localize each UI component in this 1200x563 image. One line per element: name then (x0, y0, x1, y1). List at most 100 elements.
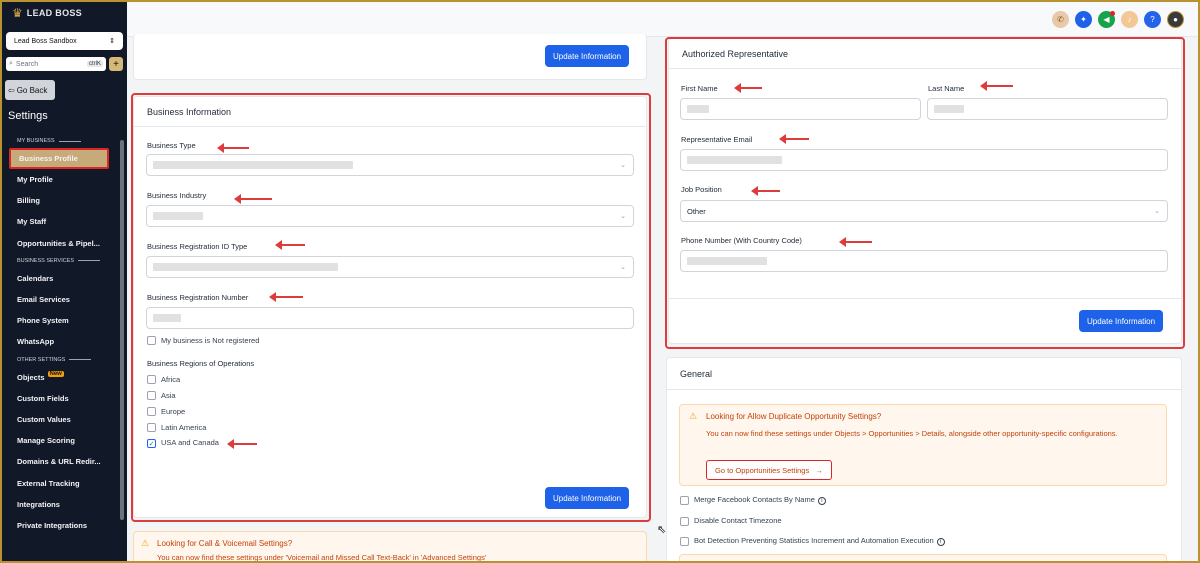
avatar[interactable]: ● (1167, 11, 1184, 28)
annotation-arrow (234, 194, 272, 204)
sidebar-item-billing[interactable]: Billing (2, 190, 127, 211)
registration-id-type-select[interactable]: ⌄ (146, 256, 634, 278)
region-usa-canada-label: USA and Canada (161, 438, 219, 447)
arrow-left-icon: ⇦ (8, 85, 15, 95)
business-type-label: Business Type (147, 141, 196, 150)
sidebar-item-private-integrations[interactable]: Private Integrations (2, 515, 127, 536)
rep-email-label: Representative Email (681, 135, 753, 144)
business-type-select[interactable]: ⌄ (146, 154, 634, 176)
sidebar-item-my-profile[interactable]: My Profile (2, 169, 127, 190)
business-info-update-button[interactable]: Update Information (545, 487, 630, 509)
settings-title: Settings (8, 110, 48, 122)
first-name-input[interactable] (680, 98, 921, 120)
authorized-rep-update-button[interactable]: Update Information (1079, 310, 1164, 332)
top-update-button[interactable]: Update Information (545, 45, 630, 67)
not-registered-label: My business is Not registered (161, 336, 260, 345)
magic-icon[interactable]: ✦ (1075, 11, 1092, 28)
phone-input[interactable] (680, 250, 1168, 272)
business-industry-label: Business Industry (147, 191, 207, 200)
warning-icon: ⚠ (689, 411, 698, 421)
general-card: General ⚠ Looking for Allow Duplicate Op… (666, 357, 1182, 563)
redacted-value (153, 263, 338, 271)
annotation-arrow (217, 143, 249, 153)
merge-facebook-label: Merge Facebook Contacts By Name i (694, 495, 826, 505)
region-latin-america-label: Latin America (161, 423, 207, 432)
sidebar-item-email-services[interactable]: Email Services (2, 289, 127, 310)
annotation-arrow (275, 240, 305, 250)
quick-add-button[interactable]: + (109, 57, 123, 71)
brand-logo[interactable]: ♛ LEAD BOSS (2, 2, 127, 24)
redacted-value (153, 314, 181, 322)
registration-id-type-label: Business Registration ID Type (147, 242, 248, 251)
search-shortcut: ctrlK (87, 61, 103, 67)
last-name-label: Last Name (928, 84, 965, 93)
sidebar-scrollbar[interactable] (120, 140, 124, 520)
sidebar-item-calendars[interactable]: Calendars (2, 268, 127, 289)
call-voicemail-warning: ⚠ Looking for Call & Voicemail Settings?… (133, 531, 647, 563)
annotation-arrow (227, 439, 257, 449)
sidebar-item-whatsapp[interactable]: WhatsApp (2, 331, 127, 352)
merge-facebook-checkbox[interactable] (680, 496, 689, 505)
duplicate-opportunity-warning: ⚠ Looking for Allow Duplicate Opportunit… (679, 404, 1167, 486)
help-icon[interactable]: ? (1144, 11, 1161, 28)
bell-icon[interactable]: ♪ (1121, 11, 1138, 28)
first-name-label: First Name (681, 84, 718, 93)
bot-detection-checkbox[interactable] (680, 537, 689, 546)
chevron-down-icon: ⌄ (1154, 208, 1160, 215)
sidebar-search[interactable]: ⌕ Search ctrlK (6, 57, 106, 71)
region-africa-label: Africa (161, 375, 181, 384)
business-info-title: Business Information (134, 97, 646, 127)
info-icon[interactable]: i (817, 497, 826, 505)
registration-number-input[interactable] (146, 307, 634, 329)
job-position-select[interactable]: Other ⌄ (680, 200, 1168, 222)
sidebar-item-integrations[interactable]: Integrations (2, 494, 127, 515)
business-industry-select[interactable]: ⌄ (146, 205, 634, 227)
registration-number-label: Business Registration Number (147, 293, 249, 302)
chevron-down-icon: ⌄ (620, 264, 626, 271)
go-back-button[interactable]: ⇦ Go Back (5, 80, 55, 100)
region-europe-checkbox[interactable] (147, 407, 156, 416)
redacted-value (934, 105, 964, 113)
opportunities-settings-label: Go to Opportunities Settings (715, 465, 810, 475)
last-name-input[interactable] (927, 98, 1168, 120)
sidebar-item-external-tracking[interactable]: External Tracking (2, 472, 127, 493)
duplicate-warning-title: Looking for Allow Duplicate Opportunity … (706, 412, 882, 421)
redacted-value (153, 212, 203, 220)
disable-timezone-checkbox[interactable] (680, 517, 689, 526)
sidebar-item-custom-values[interactable]: Custom Values (2, 409, 127, 430)
general-second-warning (679, 554, 1167, 563)
top-card: Update Information (133, 34, 647, 80)
sidebar-item-opportunities[interactable]: Opportunities & Pipel... (2, 233, 127, 254)
sidebar-item-manage-scoring[interactable]: Manage Scoring (2, 430, 127, 451)
sidebar-item-my-staff[interactable]: My Staff (2, 211, 127, 232)
rep-email-input[interactable] (680, 149, 1168, 171)
sidebar-item-phone-system[interactable]: Phone System (2, 310, 127, 331)
megaphone-icon[interactable]: ◀ (1098, 11, 1115, 28)
mouse-cursor-icon: ⇖ (657, 524, 667, 536)
sidebar-item-business-profile[interactable]: Business Profile (9, 148, 109, 169)
info-icon[interactable]: i (936, 538, 945, 546)
not-registered-checkbox[interactable] (147, 336, 156, 345)
redacted-value (687, 156, 782, 164)
authorized-rep-title: Authorized Representative (669, 39, 1181, 69)
sidebar-item-custom-fields[interactable]: Custom Fields (2, 388, 127, 409)
sidebar-item-domains[interactable]: Domains & URL Redir... (2, 451, 127, 472)
redacted-value (153, 161, 353, 169)
annotation-arrow (839, 237, 872, 247)
region-asia-checkbox[interactable] (147, 391, 156, 400)
business-info-card: Business Information Business Type ⌄ Bus… (133, 96, 647, 518)
region-latin-america-checkbox[interactable] (147, 423, 156, 432)
phone-label: Phone Number (With Country Code) (681, 236, 802, 245)
chevron-down-icon: ⌄ (620, 213, 626, 220)
call-warning-title: Looking for Call & Voicemail Settings? (157, 539, 293, 548)
brand-name: LEAD BOSS (26, 8, 82, 18)
crown-icon: ♛ (12, 6, 23, 20)
section-my-business: MY BUSINESS (2, 134, 127, 148)
sidebar-item-objects[interactable]: Objects New (2, 367, 127, 388)
phone-icon[interactable]: ✆ (1052, 11, 1069, 28)
region-africa-checkbox[interactable] (147, 375, 156, 384)
region-asia-label: Asia (161, 391, 176, 400)
opportunities-settings-button[interactable]: Go to Opportunities Settings → (706, 460, 832, 480)
location-switcher[interactable]: Lead Boss Sandbox ⇕ (6, 32, 123, 50)
region-usa-canada-checkbox[interactable]: ✓ (147, 439, 156, 448)
